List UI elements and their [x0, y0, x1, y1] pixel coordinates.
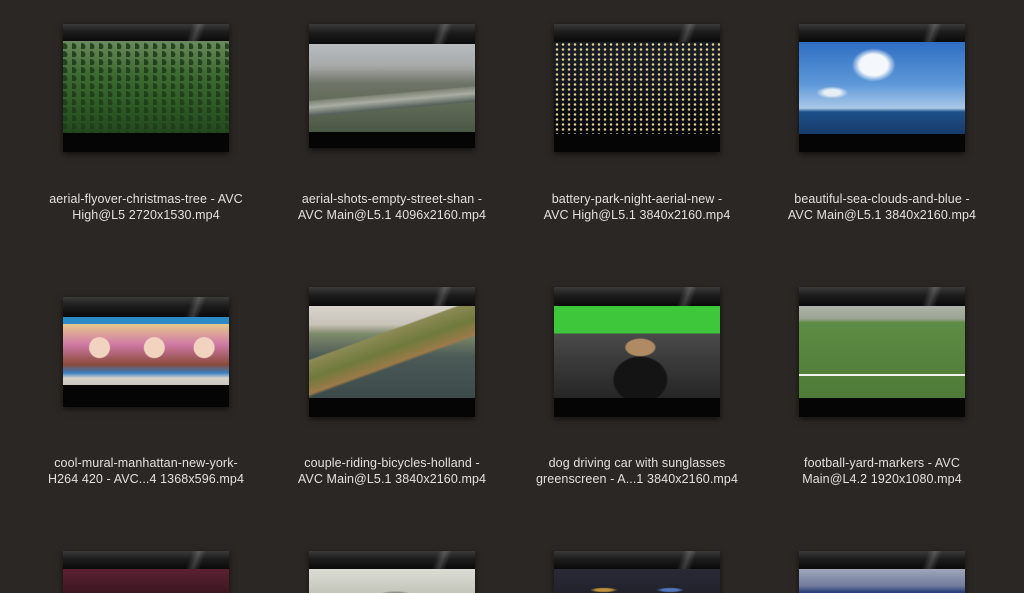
file-name-line1: football-yard-markers - AVC — [804, 456, 960, 470]
thumbnail-dog-car — [554, 306, 720, 398]
thumbnail-dollar-bill — [309, 569, 475, 593]
thumbnail-red-dark — [63, 569, 229, 593]
video-thumbnail[interactable] — [554, 551, 720, 593]
file-name-line1: couple-riding-bicycles-holland - — [304, 456, 480, 470]
thumbnail-bridge-city — [309, 44, 475, 132]
video-thumbnail[interactable] — [309, 287, 475, 417]
file-name-line2: AVC High@L5.1 3840x2160.mp4 — [543, 208, 731, 222]
file-name-line2: AVC Main@L5.1 3840x2160.mp4 — [787, 208, 977, 222]
thumbnail-highway-night — [554, 569, 720, 593]
video-thumbnail[interactable] — [554, 287, 720, 417]
file-name-line2: greenscreen - A...1 3840x2160.mp4 — [535, 472, 739, 486]
video-thumbnail[interactable] — [309, 24, 475, 148]
video-thumbnail[interactable] — [63, 551, 229, 593]
video-thumbnail[interactable] — [799, 24, 965, 152]
thumbnail-night-skyline — [554, 42, 720, 134]
video-thumbnail[interactable] — [799, 287, 965, 417]
thumbnail-stadium — [799, 569, 965, 593]
video-thumbnail[interactable] — [63, 24, 229, 152]
file-name-line1: dog driving car with sunglasses — [548, 456, 726, 470]
thumbnail-football-field — [799, 306, 965, 398]
thumbnail-sea-clouds — [799, 42, 965, 134]
thumbnail-forest — [63, 41, 229, 133]
file-name-line1: cool-mural-manhattan-new-york- — [54, 456, 238, 470]
file-name-line2: H264 420 - AVC...4 1368x596.mp4 — [47, 472, 245, 486]
video-thumbnail[interactable] — [554, 24, 720, 152]
thumbnail-mural — [63, 317, 229, 385]
file-name-line1: beautiful-sea-clouds-and-blue - — [794, 192, 970, 206]
file-name-line2: Main@L4.2 1920x1080.mp4 — [802, 472, 962, 486]
file-name-line2: High@L5 2720x1530.mp4 — [72, 208, 220, 222]
file-grid: aerial-flyover-christmas-tree - AVC High… — [0, 0, 1024, 593]
file-name-line2: AVC Main@L5.1 4096x2160.mp4 — [297, 208, 487, 222]
thumbnail-dike — [309, 306, 475, 398]
video-thumbnail[interactable] — [799, 551, 965, 593]
file-name-line1: aerial-shots-empty-street-shan - — [301, 192, 483, 206]
video-thumbnail[interactable] — [309, 551, 475, 593]
file-name-line1: battery-park-night-aerial-new - — [551, 192, 723, 206]
file-name-line1: aerial-flyover-christmas-tree - AVC — [49, 192, 243, 206]
file-name-line2: AVC Main@L5.1 3840x2160.mp4 — [297, 472, 487, 486]
video-thumbnail[interactable] — [63, 297, 229, 407]
